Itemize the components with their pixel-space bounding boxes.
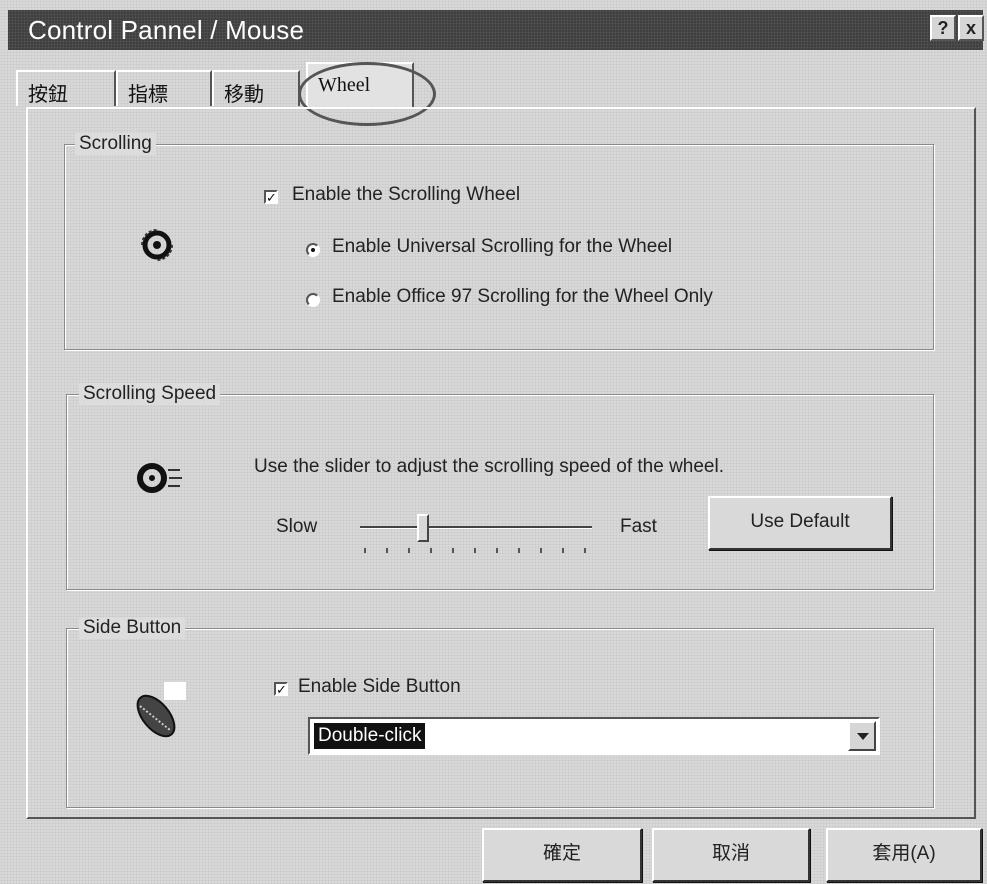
mouse-side-button-icon [126, 682, 190, 747]
office97-scrolling-label: Enable Office 97 Scrolling for the Wheel… [332, 286, 713, 307]
slider-tick [562, 548, 564, 553]
tab-pointers[interactable]: 指標 [116, 70, 212, 106]
slider-tick [452, 548, 454, 553]
slider-tick [474, 548, 476, 553]
use-default-button[interactable]: Use Default [708, 496, 892, 550]
tab-strip: 按鈕 指標 移動 Wheel [16, 62, 976, 108]
fast-label: Fast [620, 516, 657, 537]
tab-motion[interactable]: 移動 [212, 70, 300, 106]
chevron-down-icon[interactable] [848, 721, 876, 751]
scrolling-group-label: Scrolling [75, 133, 156, 155]
scroll-wheel-icon [136, 224, 178, 271]
cancel-button[interactable]: 取消 [652, 828, 810, 882]
slider-tick [496, 548, 498, 553]
apply-button[interactable]: 套用(A) [826, 828, 982, 882]
slider-tick [584, 548, 586, 553]
speed-slider-thumb[interactable] [416, 514, 429, 542]
slider-tick [540, 548, 542, 553]
title-bar[interactable]: Control Pannel / Mouse ? x [8, 10, 984, 50]
slider-tick [386, 548, 388, 553]
slow-label: Slow [276, 516, 318, 537]
slider-tick [364, 548, 366, 553]
ok-button[interactable]: 確定 [482, 828, 642, 882]
side-button-group-label: Side Button [79, 617, 186, 639]
universal-scrolling-radio[interactable] [306, 243, 320, 257]
enable-side-button-label: Enable Side Button [298, 676, 461, 697]
fast-wheel-icon [134, 458, 184, 503]
slider-tick [518, 548, 520, 553]
speed-slider-ticks [364, 548, 590, 554]
window-title: Control Pannel / Mouse [28, 15, 305, 45]
speed-group: Scrolling Speed [66, 383, 934, 590]
help-button[interactable]: ? [930, 15, 956, 41]
enable-side-button-checkbox[interactable]: ✓ [274, 682, 288, 696]
close-button[interactable]: x [958, 15, 984, 41]
slider-tick [408, 548, 410, 553]
mouse-dialog: Control Pannel / Mouse ? x 按鈕 指標 移動 Whee… [0, 0, 987, 884]
tab-buttons[interactable]: 按鈕 [16, 70, 116, 106]
universal-scrolling-label: Enable Universal Scrolling for the Wheel [332, 236, 673, 257]
side-button-action-select[interactable]: Double-click [308, 717, 880, 755]
speed-slider-track[interactable] [360, 526, 592, 529]
enable-wheel-checkbox[interactable]: ✓ [264, 190, 278, 204]
speed-group-label: Scrolling Speed [79, 383, 221, 405]
slider-tick [430, 548, 432, 553]
side-button-action-value: Double-click [314, 723, 426, 749]
enable-wheel-label: Enable the Scrolling Wheel [292, 184, 521, 205]
speed-description: Use the slider to adjust the scrolling s… [254, 456, 724, 477]
office97-scrolling-radio[interactable] [306, 293, 320, 307]
